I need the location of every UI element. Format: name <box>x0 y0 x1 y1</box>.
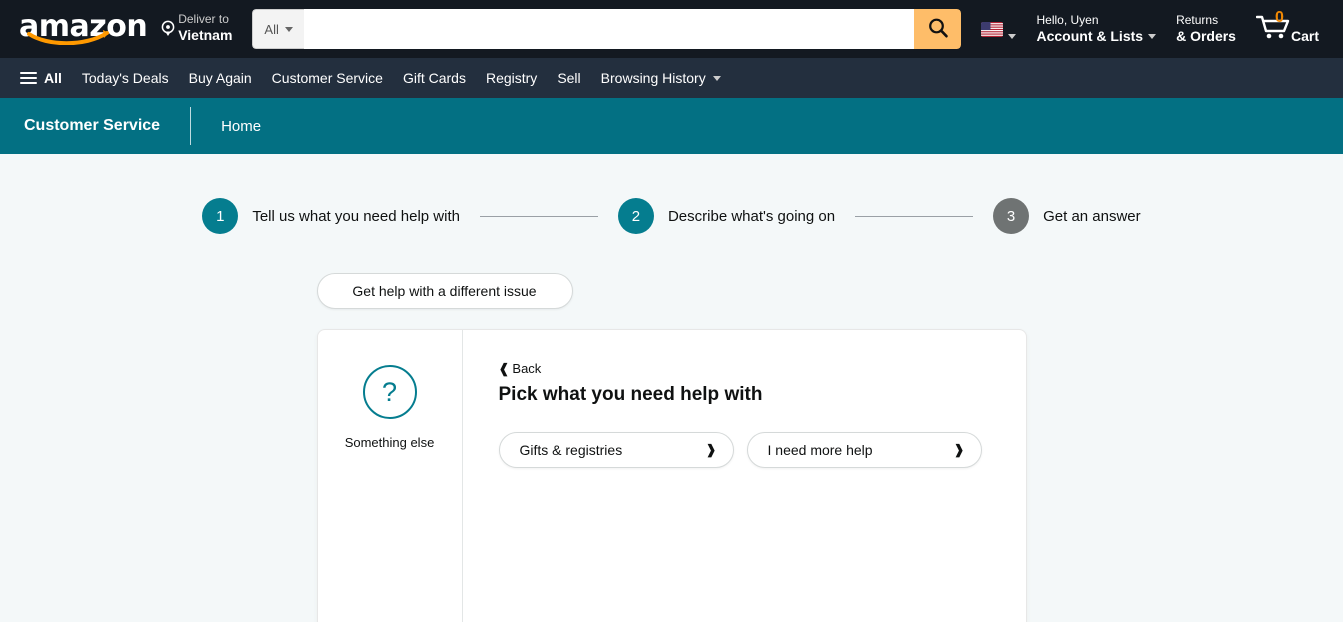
step-number-badge: 1 <box>202 198 239 234</box>
question-mark-icon: ? <box>362 365 417 419</box>
orders-label: & Orders <box>1176 27 1236 44</box>
stepper-step-2: 2 Describe what's going on <box>617 198 836 234</box>
chevron-down-icon <box>712 75 721 81</box>
get-help-different-issue-button[interactable]: Get help with a different issue <box>316 273 573 309</box>
header-right-cluster: Hello, Uyen Account & Lists Returns & Or… <box>971 6 1329 52</box>
back-link[interactable]: ❰ Back <box>499 361 542 376</box>
secondary-navigation-bar: All Today's Deals Buy Again Customer Ser… <box>0 58 1343 98</box>
help-card-body: ❰ Back Pick what you need help with Gift… <box>463 330 1026 622</box>
help-options-row: Gifts & registries ❱ I need more help ❱ <box>498 432 998 468</box>
subnav-label: Today's Deals <box>81 70 169 86</box>
cart-button[interactable]: 0 Cart <box>1246 6 1329 52</box>
all-menu-button[interactable]: All <box>10 63 72 93</box>
chevron-left-icon: ❰ <box>498 361 510 376</box>
shopping-cart-icon <box>1255 14 1290 45</box>
subnav-item-todays-deals[interactable]: Today's Deals <box>72 63 179 93</box>
step-label: Describe what's going on <box>667 207 836 225</box>
subnav-item-registry[interactable]: Registry <box>476 63 547 93</box>
option-label: Gifts & registries <box>519 442 623 458</box>
help-card-title: Pick what you need help with <box>498 384 763 405</box>
customer-service-bar: Customer Service Home <box>0 98 1343 154</box>
chevron-down-icon <box>1148 34 1157 39</box>
search-icon <box>927 17 949 42</box>
help-card-wrapper: ? Something else ❰ Back Pick what you ne… <box>0 329 1343 622</box>
back-label: Back <box>512 361 542 376</box>
subnav-item-gift-cards[interactable]: Gift Cards <box>393 63 476 93</box>
top-navigation-bar: amazon Deliver to Vietnam All Hello, Uye… <box>0 0 1343 58</box>
deliver-to-country: Vietnam <box>178 26 233 43</box>
subnav-label: Browsing History <box>600 70 706 86</box>
amazon-logo[interactable]: amazon <box>10 6 156 52</box>
cart-label: Cart <box>1290 27 1319 44</box>
account-lists-label: Account & Lists <box>1036 27 1144 44</box>
subnav-label: Customer Service <box>271 70 383 86</box>
subnav-label: Gift Cards <box>402 70 466 86</box>
account-greeting: Hello, Uyen <box>1036 13 1099 28</box>
returns-and-orders[interactable]: Returns & Orders <box>1166 6 1246 52</box>
cart-count-badge: 0 <box>1274 8 1284 26</box>
hamburger-menu-icon <box>20 72 37 84</box>
locale-selector[interactable] <box>971 6 1026 52</box>
stepper-step-3: 3 Get an answer <box>993 198 1141 234</box>
deliver-to-selector[interactable]: Deliver to Vietnam <box>156 6 242 52</box>
amazon-smile-icon <box>27 29 111 45</box>
step-label: Get an answer <box>1043 207 1141 225</box>
subnav-item-buy-again[interactable]: Buy Again <box>179 63 262 93</box>
search-category-dropdown[interactable]: All <box>252 9 305 49</box>
deliver-to-label: Deliver to <box>178 12 229 27</box>
csbar-home-link[interactable]: Home <box>191 118 261 135</box>
option-label: I need more help <box>767 442 873 458</box>
customer-service-title[interactable]: Customer Service <box>24 117 190 135</box>
option-i-need-more-help[interactable]: I need more help ❱ <box>746 432 982 468</box>
returns-label: Returns <box>1176 13 1219 28</box>
search-category-value: All <box>264 21 279 37</box>
progress-stepper: 1 Tell us what you need help with 2 Desc… <box>0 154 1343 234</box>
step-label: Tell us what you need help with <box>252 207 460 225</box>
search-submit-button[interactable] <box>914 9 962 49</box>
subnav-item-sell[interactable]: Sell <box>547 63 590 93</box>
subnav-label: Buy Again <box>188 70 252 86</box>
chevron-down-icon <box>284 26 293 32</box>
chevron-right-icon: ❱ <box>705 442 717 457</box>
account-and-lists[interactable]: Hello, Uyen Account & Lists <box>1026 6 1166 52</box>
subnav-item-customer-service[interactable]: Customer Service <box>262 63 393 93</box>
stepper-connector-line <box>479 215 598 217</box>
step-number-badge: 3 <box>993 198 1030 234</box>
subnav-item-browsing-history[interactable]: Browsing History <box>591 63 731 93</box>
step-number-badge: 2 <box>617 198 654 234</box>
option-gifts-and-registries[interactable]: Gifts & registries ❱ <box>498 432 734 468</box>
stepper-step-1: 1 Tell us what you need help with <box>202 198 460 234</box>
subnav-label: Registry <box>485 70 538 86</box>
chevron-down-icon <box>1008 34 1017 39</box>
search-input[interactable] <box>304 9 915 49</box>
help-card: ? Something else ❰ Back Pick what you ne… <box>316 329 1027 622</box>
subnav-label: Sell <box>557 70 581 86</box>
location-pin-icon <box>161 20 175 42</box>
us-flag-icon <box>981 21 1004 37</box>
help-card-sidebar: ? Something else <box>318 330 463 622</box>
stepper-connector-line <box>855 215 974 217</box>
something-else-label: Something else <box>344 435 435 450</box>
all-menu-label: All <box>44 70 62 86</box>
different-issue-row: Get help with a different issue <box>0 273 1343 309</box>
chevron-right-icon: ❱ <box>953 442 965 457</box>
main-content: 1 Tell us what you need help with 2 Desc… <box>0 154 1343 622</box>
search-bar: All <box>252 9 962 49</box>
